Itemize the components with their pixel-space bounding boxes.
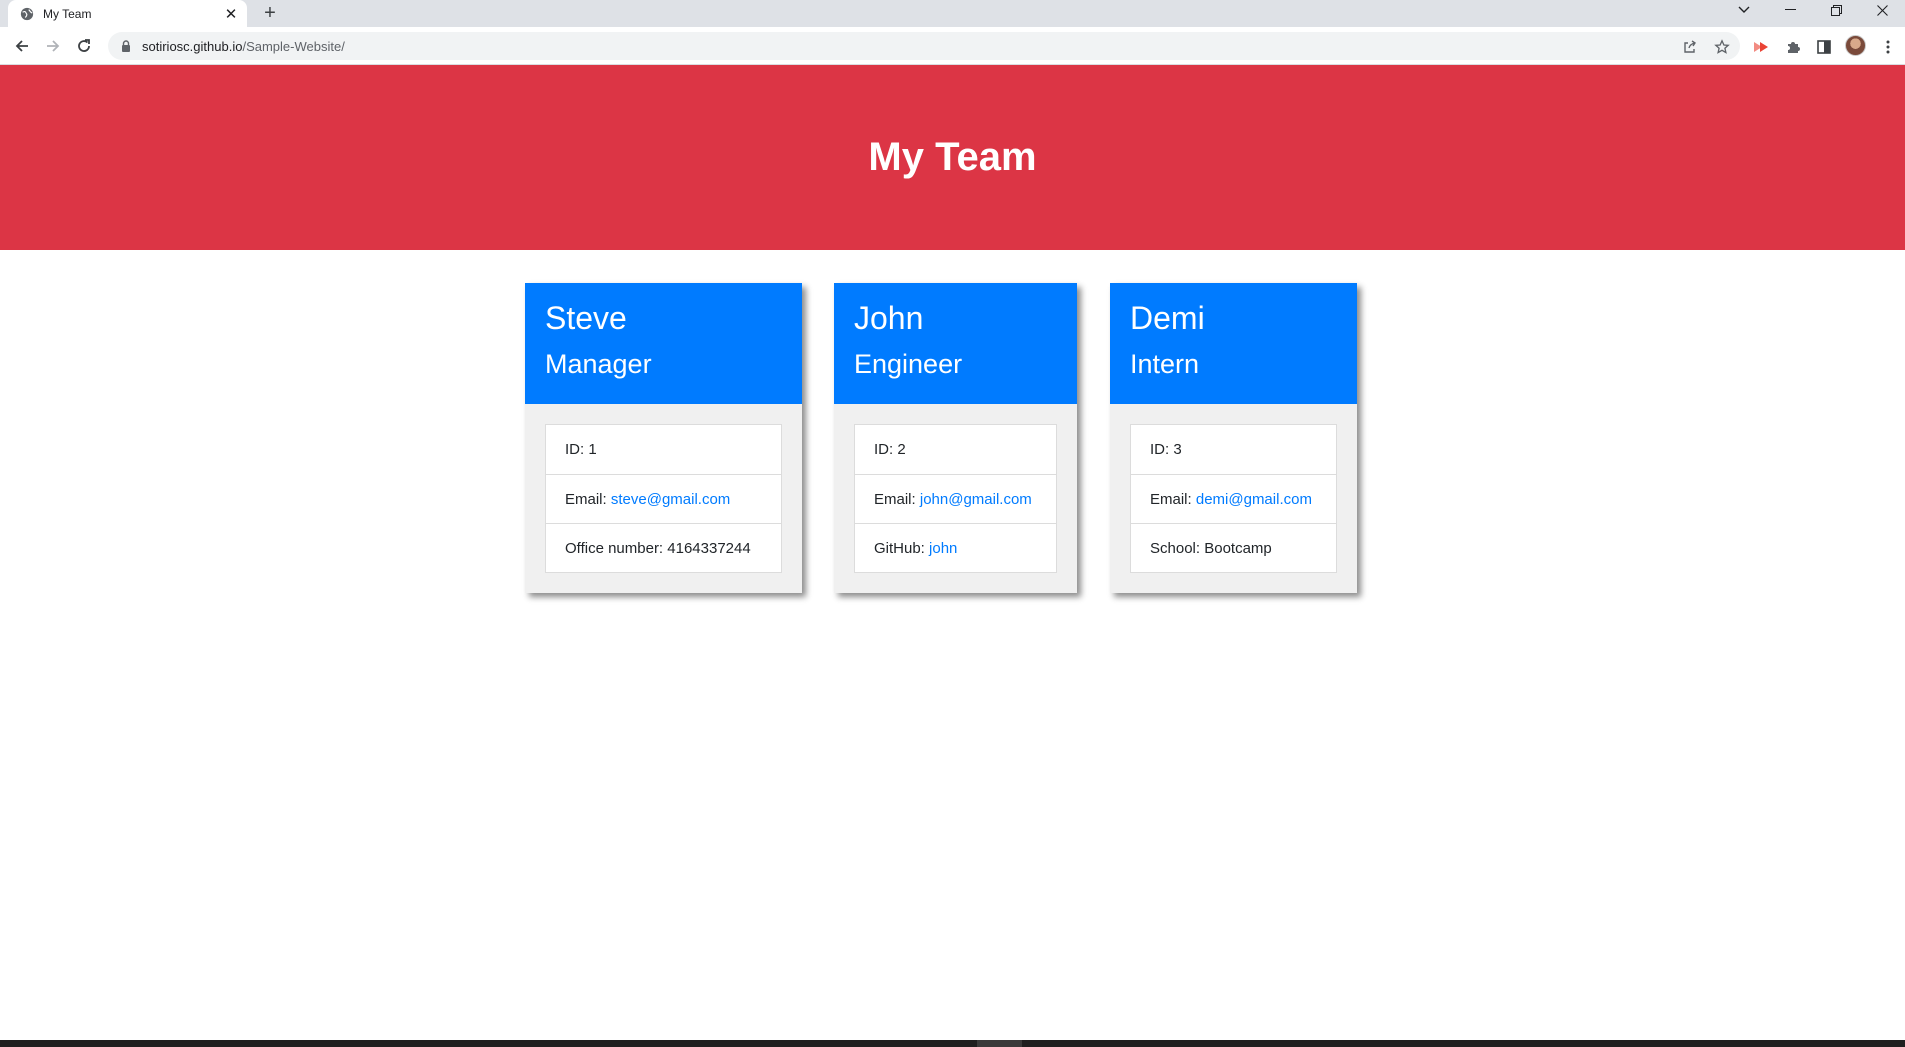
taskbar-item[interactable] [977, 1040, 1022, 1047]
list-item-id: ID: 2 [855, 425, 1056, 474]
id-value: 3 [1173, 441, 1182, 458]
email-link[interactable]: john@gmail.com [920, 491, 1032, 508]
employee-card-manager: Steve Manager ID: 1 Email: steve@gmail.c… [525, 283, 802, 593]
url-path: /Sample-Website/ [242, 38, 345, 54]
address-bar[interactable]: sotiriosc.github.io/Sample-Website/ [108, 32, 1740, 60]
close-icon[interactable]: ✕ [223, 5, 239, 23]
details-list: ID: 2 Email: john@gmail.com GitHub: john [854, 424, 1057, 573]
card-body: ID: 2 Email: john@gmail.com GitHub: john [834, 404, 1077, 593]
email-label: Email: [1150, 490, 1192, 508]
list-item-office-number: Office number: 4164337244 [546, 523, 781, 572]
school-value: Bootcamp [1204, 539, 1272, 557]
email-link[interactable]: demi@gmail.com [1196, 491, 1312, 508]
id-label: ID: [1150, 441, 1170, 458]
list-item-id: ID: 1 [546, 425, 781, 474]
tab-search-icon[interactable] [1721, 0, 1767, 20]
email-label: Email: [565, 490, 607, 508]
card-header: Steve Manager [525, 283, 802, 404]
lock-icon[interactable] [120, 40, 132, 52]
globe-icon [20, 7, 34, 20]
reload-icon[interactable] [72, 35, 96, 57]
office-number-value: 4164337244 [667, 539, 751, 557]
id-label: ID: [565, 441, 585, 458]
avatar[interactable] [1845, 35, 1866, 56]
extension-icon[interactable] [1752, 38, 1770, 56]
employee-name: Steve [545, 300, 627, 336]
star-icon[interactable] [1714, 39, 1730, 55]
employee-role: Manager [545, 349, 652, 379]
list-item-id: ID: 3 [1131, 425, 1336, 474]
share-icon[interactable] [1682, 39, 1698, 55]
employee-role: Intern [1130, 349, 1200, 379]
tab-strip: My Team ✕ + [0, 0, 1905, 27]
card-header: John Engineer [834, 283, 1077, 404]
forward-arrow-icon[interactable] [41, 35, 65, 57]
email-link[interactable]: steve@gmail.com [611, 491, 730, 508]
list-item-github: GitHub: john [855, 523, 1056, 572]
window-close-icon[interactable] [1859, 0, 1905, 20]
page-title: My Team [868, 135, 1037, 179]
side-panel-icon[interactable] [1815, 38, 1833, 56]
employee-name: Demi [1130, 300, 1205, 336]
employee-role: Engineer [854, 349, 963, 379]
page-header: My Team [0, 65, 1905, 250]
puzzle-icon[interactable] [1784, 38, 1802, 56]
list-item-email: Email: john@gmail.com [855, 474, 1056, 523]
card-body: ID: 1 Email: steve@gmail.com Office numb… [525, 404, 802, 593]
github-label: GitHub: [874, 539, 925, 557]
url-host: sotiriosc.github.io [142, 38, 243, 54]
new-tab-button[interactable]: + [259, 0, 281, 27]
tab-title: My Team [43, 6, 92, 21]
office-number-label: Office number: [565, 539, 664, 557]
school-label: School: [1150, 539, 1201, 557]
id-label: ID: [874, 441, 894, 458]
details-list: ID: 1 Email: steve@gmail.com Office numb… [545, 424, 782, 573]
github-link[interactable]: john [929, 540, 957, 557]
back-arrow-icon[interactable] [10, 35, 34, 57]
list-item-email: Email: steve@gmail.com [546, 474, 781, 523]
browser-tab[interactable]: My Team ✕ [8, 0, 247, 27]
restore-icon[interactable] [1813, 0, 1859, 20]
id-value: 1 [588, 441, 597, 458]
employee-name: John [854, 300, 924, 336]
card-header: Demi Intern [1110, 283, 1357, 404]
browser-toolbar: sotiriosc.github.io/Sample-Website/ [0, 27, 1905, 65]
card-body: ID: 3 Email: demi@gmail.com School: Boot… [1110, 404, 1357, 593]
employee-card-intern: Demi Intern ID: 3 Email: demi@gmail.com … [1110, 283, 1357, 593]
window-controls [1721, 0, 1905, 20]
list-item-school: School: Bootcamp [1131, 523, 1336, 572]
employee-card-engineer: John Engineer ID: 2 Email: john@gmail.co… [834, 283, 1077, 593]
details-list: ID: 3 Email: demi@gmail.com School: Boot… [1130, 424, 1337, 573]
kebab-menu-icon[interactable] [1879, 38, 1897, 56]
id-value: 2 [897, 441, 906, 458]
taskbar [0, 1040, 1905, 1047]
minimize-icon[interactable] [1767, 0, 1813, 20]
email-label: Email: [874, 490, 916, 508]
list-item-email: Email: demi@gmail.com [1131, 474, 1336, 523]
